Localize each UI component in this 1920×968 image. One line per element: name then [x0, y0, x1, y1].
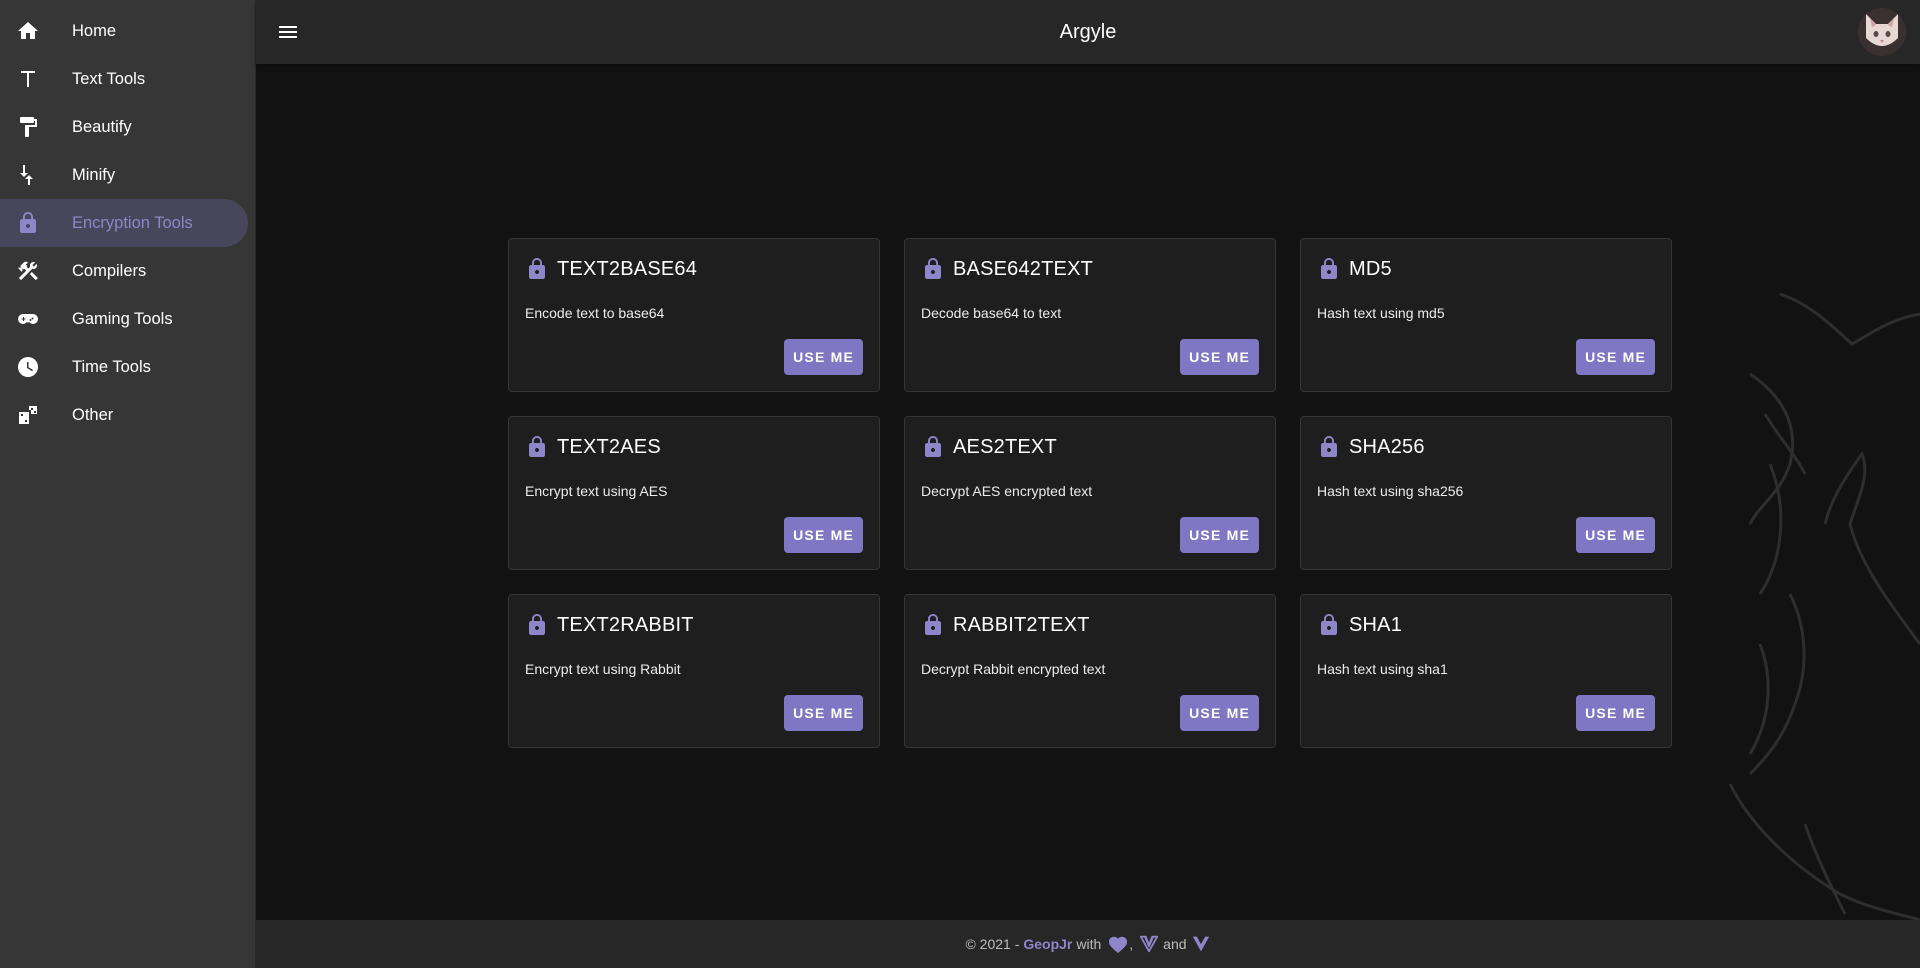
card-description: Decrypt Rabbit encrypted text — [921, 661, 1106, 677]
sidebar: Home Text Tools Beautify Minify Encrypti… — [0, 0, 256, 968]
clock-icon — [16, 355, 40, 379]
sidebar-item-time-tools[interactable]: Time Tools — [0, 343, 248, 391]
card-description: Decrypt AES encrypted text — [921, 483, 1093, 499]
paint-roller-icon — [16, 115, 40, 139]
lock-icon — [1317, 257, 1341, 281]
footer-with: with — [1076, 936, 1102, 952]
sidebar-item-label: Beautify — [72, 117, 132, 136]
sidebar-item-encryption-tools[interactable]: Encryption Tools — [0, 199, 248, 247]
sidebar-item-label: Compilers — [72, 261, 147, 280]
sidebar-item-label: Home — [72, 21, 117, 40]
app-title: Argyle — [1059, 21, 1117, 43]
tools-icon — [16, 259, 40, 283]
footer: © 2021 - GeopJr with , and — [256, 920, 1920, 968]
card-title: TEXT2BASE64 — [557, 257, 698, 280]
card-title: BASE642TEXT — [953, 257, 1094, 280]
card-title: SHA256 — [1349, 435, 1425, 458]
use-me-button[interactable]: USE ME — [1576, 517, 1655, 553]
sidebar-item-label: Text Tools — [72, 69, 146, 88]
use-me-button[interactable]: USE ME — [1180, 695, 1259, 731]
footer-and: and — [1163, 936, 1187, 952]
card-description: Hash text using sha1 — [1317, 661, 1448, 677]
sidebar-item-label: Gaming Tools — [72, 309, 173, 328]
sidebar-item-text-tools[interactable]: Text Tools — [0, 55, 248, 103]
tool-card: TEXT2AES Encrypt text using AES USE ME — [508, 416, 880, 570]
tool-card: AES2TEXT Decrypt AES encrypted text USE … — [904, 416, 1276, 570]
sidebar-item-beautify[interactable]: Beautify — [0, 103, 248, 151]
card-title: AES2TEXT — [953, 435, 1057, 458]
card-description: Encrypt text using Rabbit — [525, 661, 681, 677]
lock-icon — [525, 613, 549, 637]
lock-icon — [525, 435, 549, 459]
use-me-button[interactable]: USE ME — [1576, 695, 1655, 731]
card-description: Encrypt text using AES — [525, 483, 668, 499]
sidebar-item-compilers[interactable]: Compilers — [0, 247, 248, 295]
text-format-icon — [16, 67, 40, 91]
card-title: MD5 — [1349, 257, 1392, 280]
tool-card: BASE642TEXT Decode base64 to text USE ME — [904, 238, 1276, 392]
main-content: TEXT2BASE64 Encode text to base64 USE ME… — [256, 64, 1920, 920]
card-description: Hash text using md5 — [1317, 305, 1445, 321]
use-me-button[interactable]: USE ME — [784, 517, 863, 553]
card-title: TEXT2AES — [557, 435, 661, 458]
lock-icon — [921, 613, 945, 637]
minify-arrows-icon — [16, 163, 40, 187]
use-me-button[interactable]: USE ME — [1180, 517, 1259, 553]
lock-icon — [16, 211, 40, 235]
card-title: TEXT2RABBIT — [557, 613, 694, 636]
vuetify-icon[interactable] — [1139, 935, 1159, 953]
heart-icon — [1109, 936, 1128, 954]
sidebar-item-minify[interactable]: Minify — [0, 151, 248, 199]
sidebar-item-label: Other — [72, 405, 114, 424]
app-bar: Argyle — [256, 0, 1920, 64]
use-me-button[interactable]: USE ME — [1180, 339, 1259, 375]
lock-icon — [525, 257, 549, 281]
avatar[interactable] — [1858, 8, 1906, 56]
card-description: Encode text to base64 — [525, 305, 665, 321]
use-me-button[interactable]: USE ME — [784, 339, 863, 375]
footer-comma: , — [1129, 936, 1134, 952]
tool-card: SHA256 Hash text using sha256 USE ME — [1300, 416, 1672, 570]
use-me-button[interactable]: USE ME — [1576, 339, 1655, 375]
sidebar-item-label: Time Tools — [72, 357, 151, 376]
vue-icon[interactable] — [1191, 935, 1211, 953]
author-link[interactable]: GeopJr — [1023, 936, 1072, 952]
card-title: RABBIT2TEXT — [953, 613, 1090, 636]
sidebar-item-gaming-tools[interactable]: Gaming Tools — [0, 295, 248, 343]
gamepad-icon — [16, 307, 40, 331]
tool-card: TEXT2BASE64 Encode text to base64 USE ME — [508, 238, 880, 392]
lock-icon — [921, 257, 945, 281]
home-icon — [16, 19, 40, 43]
card-description: Decode base64 to text — [921, 305, 1062, 321]
sidebar-item-other[interactable]: Other — [0, 391, 248, 439]
footer-copyright: © 2021 - — [965, 936, 1020, 952]
dice-icon — [16, 403, 40, 427]
lock-icon — [921, 435, 945, 459]
card-description: Hash text using sha256 — [1317, 483, 1464, 499]
sidebar-item-label: Minify — [72, 165, 116, 184]
sidebar-item-home[interactable]: Home — [0, 7, 248, 55]
lock-icon — [1317, 435, 1341, 459]
lock-icon — [1317, 613, 1341, 637]
tool-card: MD5 Hash text using md5 USE ME — [1300, 238, 1672, 392]
tool-grid: TEXT2BASE64 Encode text to base64 USE ME… — [508, 238, 1672, 748]
card-title: SHA1 — [1349, 613, 1403, 636]
cat-avatar-icon — [1858, 8, 1906, 56]
tool-card: TEXT2RABBIT Encrypt text using Rabbit US… — [508, 594, 880, 748]
tool-card: SHA1 Hash text using sha1 USE ME — [1300, 594, 1672, 748]
use-me-button[interactable]: USE ME — [784, 695, 863, 731]
sidebar-item-label: Encryption Tools — [72, 213, 193, 232]
tool-card: RABBIT2TEXT Decrypt Rabbit encrypted tex… — [904, 594, 1276, 748]
